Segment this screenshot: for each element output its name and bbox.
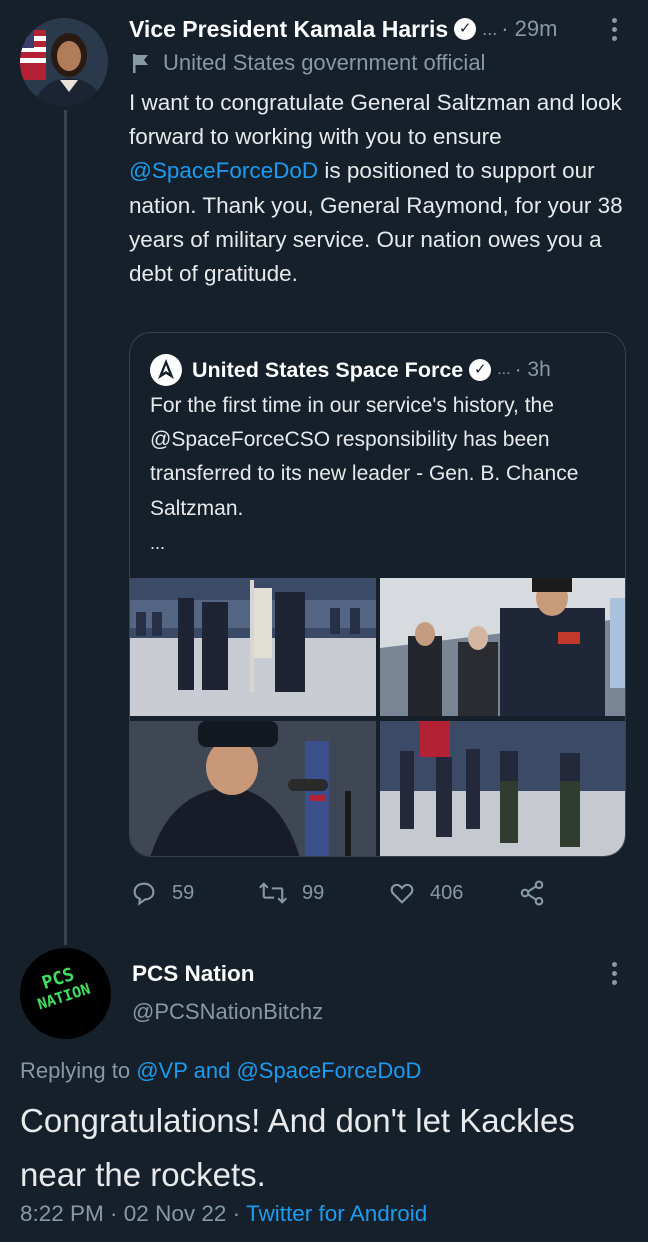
more-ellipsis: ... [482,18,498,39]
like-action[interactable]: 406 [388,876,463,910]
reply-source[interactable]: Twitter for Android [246,1201,427,1226]
photo-2[interactable] [380,578,625,716]
reply-count: 59 [172,881,195,904]
retweet-action[interactable]: 99 [258,876,324,910]
replying-prefix: Replying to [20,1058,131,1083]
share-icon [520,880,544,906]
reply-avatar[interactable]: PCS NATION [20,948,111,1039]
space-force-logo-icon [150,354,182,386]
government-label: United States government official [131,48,485,78]
mention-link[interactable]: @SpaceForceDoD [129,158,318,183]
avatar-photo [20,18,108,106]
quote-text: For the first time in our service's hist… [150,394,579,520]
retweet-count: 99 [302,881,325,904]
photo-1[interactable] [130,578,376,716]
quote-header: United States Space Force ✓ ... · 3h [150,354,551,386]
reply-action[interactable]: 59 [130,876,194,910]
retweet-icon [258,882,288,904]
tweet-text: I want to congratulate General Saltzman … [129,86,629,291]
replying-and: and [193,1058,231,1083]
quote-truncation-visible: ... [150,533,166,553]
like-icon [390,883,414,904]
author-name[interactable]: Vice President Kamala Harris [129,16,448,43]
tweet-header: Vice President Kamala Harris ✓ ... · 29m [129,14,557,44]
thread-line [64,110,67,945]
reply-handle[interactable]: @PCSNationBitchz [132,999,323,1025]
reply-text: Congratulations! And don't let Kackles n… [20,1102,575,1193]
reply-icon [133,882,155,906]
like-count: 406 [430,881,464,904]
mention-link[interactable]: @VP [136,1058,187,1083]
share-action[interactable] [518,876,546,910]
verified-badge-icon: ✓ [469,359,492,381]
photo-4[interactable] [380,721,625,856]
quote-time: · 3h [514,358,551,381]
tweet-time[interactable]: · 29m [501,16,557,42]
more-options-icon[interactable] [612,962,618,989]
reply-date[interactable]: 02 Nov 22 [124,1201,227,1226]
replying-to: Replying to @VP and @SpaceForceDoD [20,1058,421,1084]
mention-link[interactable]: @SpaceForceDoD [236,1058,421,1083]
avatar[interactable] [20,18,108,106]
verified-badge-icon: ✓ [454,18,477,40]
more-options-icon[interactable] [612,18,618,45]
reply-author-name[interactable]: PCS Nation [132,961,255,987]
quote-author-name[interactable]: United States Space Force [192,358,463,383]
tweet-text-part: I want to congratulate General Saltzman … [129,90,622,150]
more-ellipsis: ... [497,361,511,378]
reply-meta: 8:22 PM · 02 Nov 22 · Twitter for Androi… [20,1201,428,1226]
quoted-tweet-card[interactable]: United States Space Force ✓ ... · 3h For… [129,332,626,857]
government-label-text: United States government official [163,50,486,75]
pcs-logo: PCS NATION [30,963,92,1014]
photo-3[interactable] [130,721,376,856]
flag-icon [133,54,148,73]
reply-time[interactable]: 8:22 PM [20,1201,104,1226]
